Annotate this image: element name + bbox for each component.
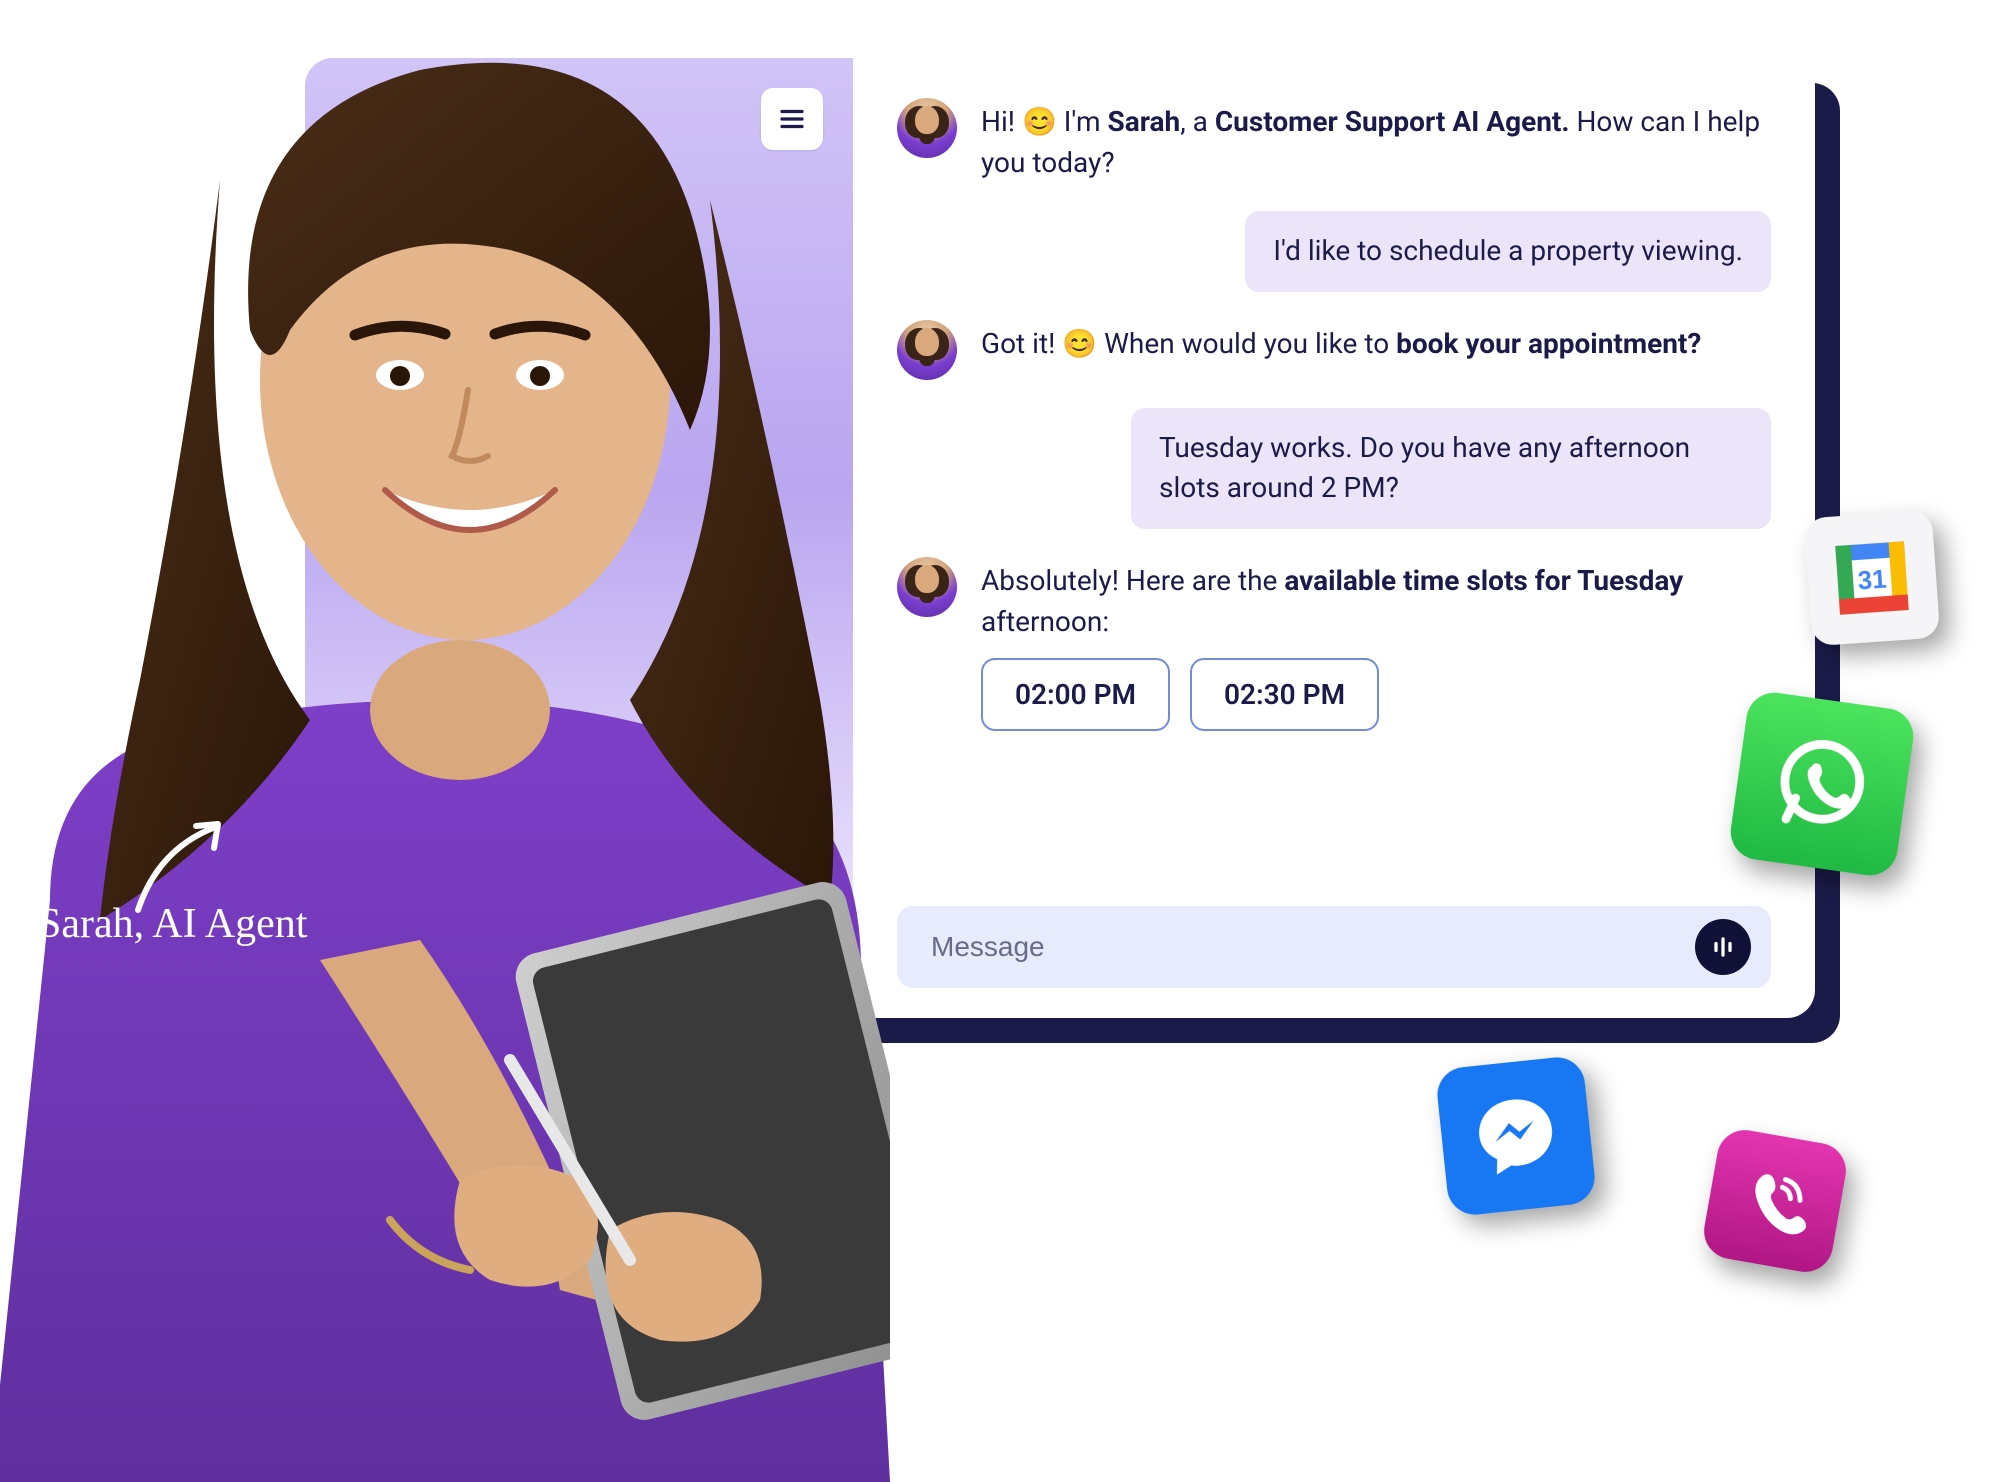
agent-message: Got it! 😊 When would you like to book yo… bbox=[897, 320, 1771, 380]
message-composer bbox=[897, 906, 1771, 988]
annotation-arrow-icon bbox=[118, 810, 238, 930]
chat-sidebar bbox=[305, 58, 853, 1018]
user-message-text: Tuesday works. Do you have any afternoon… bbox=[1159, 431, 1690, 505]
phone-icon bbox=[1700, 1126, 1851, 1277]
menu-button[interactable] bbox=[761, 88, 823, 150]
chat-conversation: Hi! 😊 I'm Sarah, a Customer Support AI A… bbox=[853, 58, 1815, 1018]
agent-message-text: Absolutely! Here are the available time … bbox=[981, 557, 1761, 642]
annotation-label: Sarah, AI Agent bbox=[38, 900, 307, 948]
agent-annotation: Sarah, AI Agent bbox=[38, 900, 307, 948]
agent-avatar bbox=[897, 557, 957, 617]
agent-message-text: Got it! 😊 When would you like to book yo… bbox=[981, 320, 1701, 365]
user-message: Tuesday works. Do you have any afternoon… bbox=[1131, 408, 1771, 529]
google-calendar-icon: 31 bbox=[1804, 510, 1941, 647]
messenger-icon bbox=[1435, 1055, 1598, 1218]
svg-text:31: 31 bbox=[1857, 565, 1888, 595]
agent-message-text: Hi! 😊 I'm Sarah, a Customer Support AI A… bbox=[981, 98, 1761, 183]
time-slot-button[interactable]: 02:00 PM bbox=[981, 658, 1170, 731]
voice-waveform-icon bbox=[1709, 933, 1737, 961]
agent-avatar bbox=[897, 98, 957, 158]
voice-input-button[interactable] bbox=[1695, 919, 1751, 975]
agent-avatar bbox=[897, 320, 957, 380]
chat-window: Hi! 😊 I'm Sarah, a Customer Support AI A… bbox=[305, 58, 1815, 1018]
whatsapp-icon bbox=[1727, 689, 1917, 879]
message-input[interactable] bbox=[931, 931, 1695, 963]
user-message: I'd like to schedule a property viewing. bbox=[1245, 211, 1771, 292]
user-message-text: I'd like to schedule a property viewing. bbox=[1273, 234, 1743, 267]
agent-message: Hi! 😊 I'm Sarah, a Customer Support AI A… bbox=[897, 98, 1771, 183]
hamburger-icon bbox=[777, 104, 807, 134]
time-slot-options: 02:00 PM 02:30 PM bbox=[981, 658, 1771, 731]
time-slot-button[interactable]: 02:30 PM bbox=[1190, 658, 1379, 731]
agent-message: Absolutely! Here are the available time … bbox=[897, 557, 1771, 642]
